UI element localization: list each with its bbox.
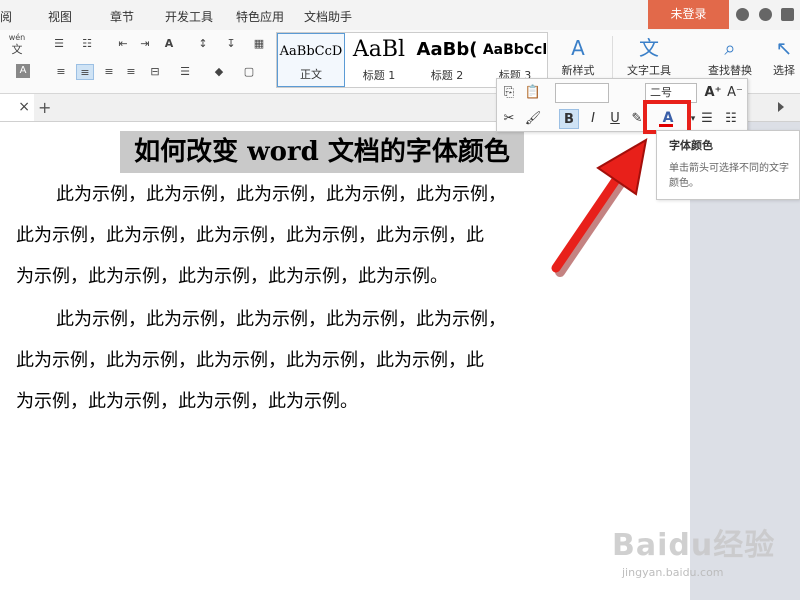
paragraph-1-line-2: 此为示例，此为示例，此为示例，此为示例，此为示例，此 [16, 225, 484, 246]
menu-chapter[interactable]: 章节 [110, 8, 134, 25]
style-normal-label: 正文 [300, 68, 322, 81]
line-spacing-icon[interactable]: ↧ [222, 36, 240, 52]
style-heading-2[interactable]: AaBb( 标题 2 [413, 33, 481, 87]
document-title[interactable]: 如何改变 word 文档的字体颜色 [120, 131, 524, 173]
font-color-tooltip: 字体颜色 单击箭头可选择不同的文字颜色。 [656, 130, 800, 200]
skin-icon[interactable] [736, 8, 749, 21]
paragraph-2-line-1: 此为示例，此为示例，此为示例，此为示例，此为示例， [56, 309, 506, 330]
increase-indent-icon[interactable]: ⇥ [136, 36, 154, 52]
font-name-box[interactable] [555, 83, 609, 103]
find-replace-button[interactable]: ⌕ 查找替换 [698, 34, 762, 78]
borders-icon[interactable]: ▢ [240, 64, 258, 80]
add-tab-icon[interactable]: + [38, 98, 51, 117]
close-tab-icon[interactable]: × [0, 94, 34, 121]
new-style-button[interactable]: A 新样式 [552, 34, 604, 78]
settings-icon[interactable] [759, 8, 772, 21]
font-color-highlight-box [643, 100, 691, 134]
italic-button[interactable]: I [583, 109, 603, 129]
text-tools-icon: 文 [639, 36, 659, 60]
share-icon[interactable] [781, 8, 794, 21]
bold-button[interactable]: B [559, 109, 579, 129]
paragraph-2-line-3: 为示例，此为示例，此为示例，此为示例。 [16, 391, 358, 412]
paragraph-2-line-2: 此为示例，此为示例，此为示例，此为示例，此为示例，此 [16, 350, 484, 371]
shrink-font-icon[interactable]: A⁻ [725, 83, 745, 103]
distributed-icon[interactable]: ⊟ [146, 64, 164, 80]
style-normal-sample: AaBbCcD [279, 44, 343, 59]
select-label: 选择 [773, 64, 795, 77]
tooltip-description: 单击箭头可选择不同的文字颜色。 [669, 163, 789, 189]
phonetic-char: 文 [8, 42, 26, 58]
find-replace-icon: ⌕ [724, 36, 736, 60]
select-arrow-icon: ↖ [775, 36, 793, 60]
list-icon[interactable]: ☷ [721, 109, 741, 129]
play-icon[interactable] [778, 102, 788, 112]
table-icon[interactable]: ▦ [250, 36, 268, 52]
phonetic-char-label: 文 [11, 43, 23, 56]
text-tools-button[interactable]: 文 文字工具 [618, 34, 680, 78]
decrease-indent-icon[interactable]: ⇤ [114, 36, 132, 52]
menu-review[interactable]: 阅 [0, 8, 12, 25]
paragraph-1[interactable]: 此为示例，此为示例，此为示例，此为示例，此为示例， 此为示例，此为示例，此为示例… [16, 174, 576, 297]
watermark-url: jingyan.baidu.com [622, 566, 724, 579]
text-tools-label: 文字工具 [627, 64, 671, 77]
paragraph-spacing-icon[interactable]: ☰ [176, 64, 194, 80]
new-style-icon: A [571, 36, 585, 60]
baidu-watermark: Baidu经验 jingyan.baidu.com [612, 520, 775, 579]
menu-view[interactable]: 视图 [48, 8, 72, 25]
paste-icon[interactable]: 📋 [523, 83, 543, 103]
sort-icon[interactable]: ↕ [194, 36, 212, 52]
align-icon[interactable]: ☰ [697, 109, 717, 129]
menu-special-apps[interactable]: 特色应用 [236, 8, 284, 25]
justify-icon[interactable]: ≡ [122, 64, 140, 80]
paragraph-1-line-1: 此为示例，此为示例，此为示例，此为示例，此为示例， [56, 184, 506, 205]
cut-icon[interactable]: ✂ [499, 109, 519, 129]
new-style-label: 新样式 [561, 64, 595, 77]
login-button[interactable]: 未登录 [648, 0, 729, 29]
find-replace-label: 查找替换 [708, 64, 752, 77]
floating-mini-toolbar: ⎘ 📋 二号 A⁺ A⁻ ✂ 🖌 B I U ✎ A ▾ ☰ ☷ [496, 78, 748, 132]
char-shading-icon[interactable]: A [16, 64, 30, 78]
select-button[interactable]: ↖ 选择 [768, 34, 800, 78]
align-center-icon[interactable]: ≡ [76, 64, 94, 80]
menu-developer[interactable]: 开发工具 [165, 8, 213, 25]
copy-icon[interactable]: ⎘ [499, 83, 519, 103]
align-left-icon[interactable]: ≡ [52, 64, 70, 80]
phonetic-label: wén [8, 33, 26, 42]
menu-bar: 阅 视图 章节 开发工具 特色应用 文档助手 未登录 [0, 0, 800, 30]
tooltip-title: 字体颜色 [669, 139, 713, 152]
numbered-list-icon[interactable]: ☷ [78, 36, 96, 52]
style-heading-1-sample: AaBl [352, 37, 406, 62]
style-heading-1[interactable]: AaBl 标题 1 [345, 33, 413, 87]
grow-font-icon[interactable]: A⁺ [703, 83, 723, 103]
paragraph-1-line-3: 为示例，此为示例，此为示例，此为示例，此为示例。 [16, 266, 448, 287]
style-heading-3-sample: AaBbCcl [482, 42, 548, 58]
style-heading-1-label: 标题 1 [362, 69, 396, 82]
align-right-icon[interactable]: ≡ [100, 64, 118, 80]
paragraph-2[interactable]: 此为示例，此为示例，此为示例，此为示例，此为示例， 此为示例，此为示例，此为示例… [16, 299, 576, 422]
menu-doc-assistant[interactable]: 文档助手 [304, 8, 352, 25]
underline-button[interactable]: U [605, 109, 625, 129]
text-direction-icon[interactable]: A [160, 36, 178, 52]
style-heading-2-sample: AaBb( [416, 39, 478, 60]
fill-color-icon[interactable]: ◆ [210, 64, 228, 80]
format-painter-icon[interactable]: 🖌 [523, 109, 543, 129]
style-normal[interactable]: AaBbCcD 正文 [277, 33, 345, 87]
style-heading-2-label: 标题 2 [430, 69, 464, 82]
bullet-list-icon[interactable]: ☰ [50, 36, 68, 52]
watermark-logo: Baidu经验 [612, 528, 776, 563]
